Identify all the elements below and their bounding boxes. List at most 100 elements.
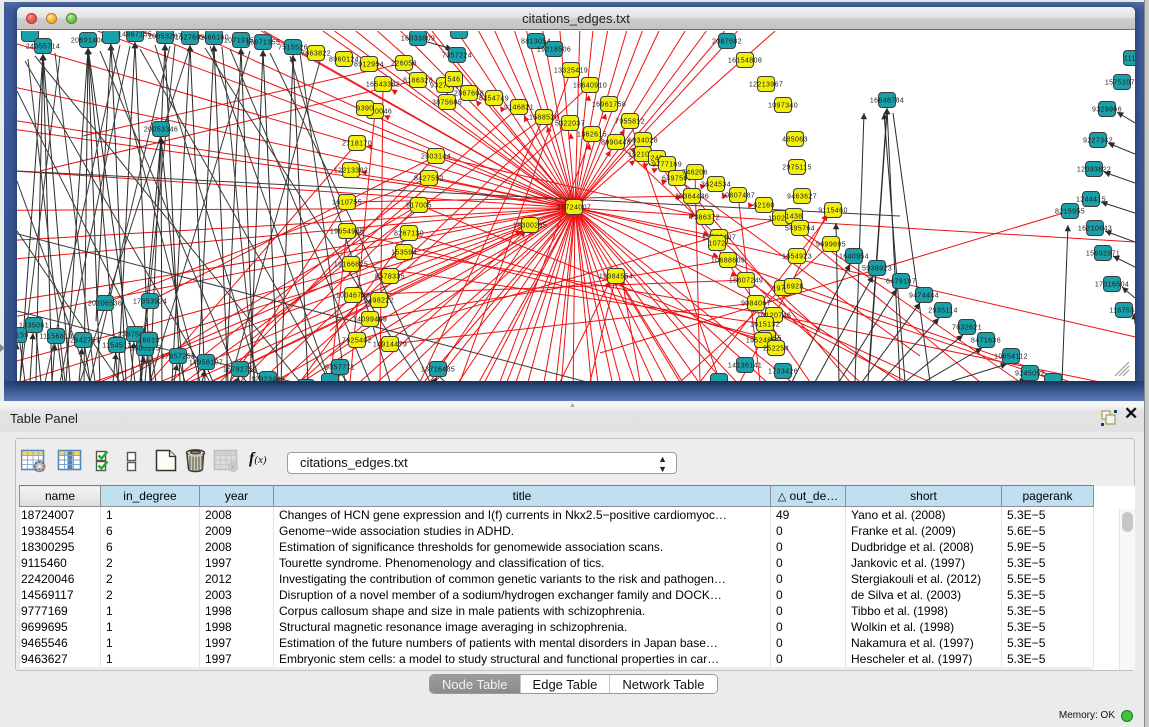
svg-text:1615132: 1615132 <box>750 322 780 329</box>
svg-text:18724007: 18724007 <box>557 205 591 212</box>
svg-text:7663822: 7663822 <box>301 51 331 58</box>
svg-text:16033809: 16033809 <box>401 36 435 43</box>
svg-text:1154513: 1154513 <box>102 343 132 350</box>
svg-text:13325419: 13325419 <box>554 68 588 75</box>
svg-text:9390: 9390 <box>356 106 373 113</box>
svg-text:10688609: 10688609 <box>711 258 745 265</box>
svg-text:9474444: 9474444 <box>909 293 939 300</box>
svg-text:9245052: 9245052 <box>1015 371 1045 378</box>
svg-text:19654985: 19654985 <box>330 229 364 236</box>
svg-text:20053346: 20053346 <box>144 127 178 134</box>
svg-text:14136141: 14136141 <box>728 363 762 370</box>
svg-text:20691406: 20691406 <box>71 38 105 45</box>
svg-text:5322037: 5322037 <box>555 121 585 128</box>
svg-text:20364436: 20364436 <box>675 194 709 201</box>
svg-text:9329966: 9329966 <box>1092 107 1122 114</box>
svg-text:18640910: 18640910 <box>573 83 607 90</box>
svg-text:1112: 1112 <box>1124 56 1135 63</box>
svg-text:12213967: 12213967 <box>749 82 783 89</box>
svg-text:8471636: 8471636 <box>971 338 1001 345</box>
svg-text:9084067: 9084067 <box>741 301 771 308</box>
svg-text:1362615: 1362615 <box>577 132 607 139</box>
svg-text:2087682: 2087682 <box>712 39 742 46</box>
svg-text:7625402: 7625402 <box>342 338 372 345</box>
svg-text:19384554: 19384554 <box>599 274 633 281</box>
svg-text:5495764: 5495764 <box>785 226 815 233</box>
svg-text:746206: 746206 <box>682 170 708 177</box>
svg-text:8186328: 8186328 <box>403 78 433 85</box>
svg-text:3624534: 3624534 <box>701 182 731 189</box>
svg-text:20206536: 20206536 <box>88 301 122 308</box>
svg-text:17016504: 17016504 <box>1095 282 1129 289</box>
svg-text:1654923: 1654923 <box>782 254 812 261</box>
svg-text:1610755: 1610755 <box>332 200 362 207</box>
svg-text:1072: 1072 <box>708 241 725 248</box>
svg-text:16782759: 16782759 <box>223 367 257 374</box>
svg-text:1733426: 1733426 <box>768 369 798 376</box>
svg-text:24055714: 24055714 <box>26 44 60 51</box>
svg-text:9227342: 9227342 <box>1083 138 1113 145</box>
svg-text:8267130: 8267130 <box>394 231 424 238</box>
svg-text:226058: 226058 <box>391 61 417 68</box>
svg-text:18807249: 18807249 <box>729 278 763 285</box>
svg-text:12923446: 12923446 <box>251 377 285 381</box>
svg-text:16648784: 16648784 <box>870 98 904 105</box>
svg-text:13716485: 13716485 <box>421 367 455 374</box>
svg-text:2975115: 2975115 <box>782 165 812 172</box>
svg-text:9115460: 9115460 <box>818 208 848 215</box>
svg-text:1097340: 1097340 <box>768 103 798 110</box>
svg-text:1640954: 1640954 <box>839 254 869 261</box>
svg-text:12942757: 12942757 <box>66 338 100 345</box>
svg-text:8454749: 8454749 <box>479 96 509 103</box>
svg-text:16810: 16810 <box>138 338 159 345</box>
svg-text:1498222: 1498222 <box>364 298 394 305</box>
svg-text:16543382: 16543382 <box>366 82 400 89</box>
svg-text:14099489: 14099489 <box>353 317 387 324</box>
svg-text:9463627: 9463627 <box>787 194 817 201</box>
svg-text:7386372: 7386372 <box>690 215 720 222</box>
svg-text:2803144: 2803144 <box>421 154 451 161</box>
svg-text:15751074: 15751074 <box>1105 80 1135 87</box>
svg-text:8990448: 8990448 <box>601 140 631 147</box>
svg-text:8912954: 8912954 <box>354 62 384 69</box>
svg-text:8215955: 8215955 <box>1055 209 1085 216</box>
svg-text:817005: 817005 <box>406 203 432 210</box>
svg-text:16928: 16928 <box>782 284 803 291</box>
svg-text:3875685: 3875685 <box>432 100 462 107</box>
svg-text:19166825: 19166825 <box>334 262 368 269</box>
svg-text:16961758: 16961758 <box>592 102 626 109</box>
svg-text:14914479: 14914479 <box>373 342 407 349</box>
svg-text:485063: 485063 <box>782 137 808 144</box>
svg-text:2935114: 2935114 <box>928 308 958 315</box>
svg-text:12213382: 12213382 <box>334 168 368 175</box>
svg-text:16210643: 16210643 <box>1078 226 1112 233</box>
svg-text:9777169: 9777169 <box>652 162 682 169</box>
svg-text:153594: 153594 <box>391 250 417 257</box>
svg-text:39159: 39159 <box>17 333 29 340</box>
svg-text:1438: 1438 <box>785 214 802 221</box>
svg-text:62160: 62160 <box>753 203 774 210</box>
svg-text:8427552: 8427552 <box>414 176 444 183</box>
svg-text:19218506: 19218506 <box>537 47 571 54</box>
svg-text:1167534: 1167534 <box>1109 308 1135 315</box>
svg-text:2718170: 2718170 <box>342 141 372 148</box>
svg-text:7357224: 7357224 <box>442 53 472 60</box>
svg-text:9857771: 9857771 <box>325 365 355 372</box>
svg-text:14958107: 14958107 <box>189 360 223 367</box>
svg-text:8578335: 8578335 <box>375 274 405 281</box>
svg-text:1244415: 1244415 <box>1076 197 1106 204</box>
svg-text:12093822: 12093822 <box>1077 167 1111 174</box>
svg-text:6479197: 6479197 <box>886 279 916 286</box>
svg-text:9146821: 9146821 <box>504 105 534 112</box>
svg-text:5938923: 5938923 <box>862 266 892 273</box>
svg-text:16671355: 16671355 <box>246 40 280 47</box>
svg-text:546: 546 <box>448 77 461 84</box>
svg-text:15692971: 15692971 <box>1086 251 1120 258</box>
svg-text:7955812: 7955812 <box>615 119 645 126</box>
svg-text:18300295: 18300295 <box>513 223 547 230</box>
svg-text:10807487: 10807487 <box>721 193 755 200</box>
svg-text:7632621: 7632621 <box>952 325 982 332</box>
svg-text:16154808: 16154808 <box>728 58 762 65</box>
svg-text:9699695: 9699695 <box>816 242 846 249</box>
svg-text:17353924: 17353924 <box>133 299 167 306</box>
